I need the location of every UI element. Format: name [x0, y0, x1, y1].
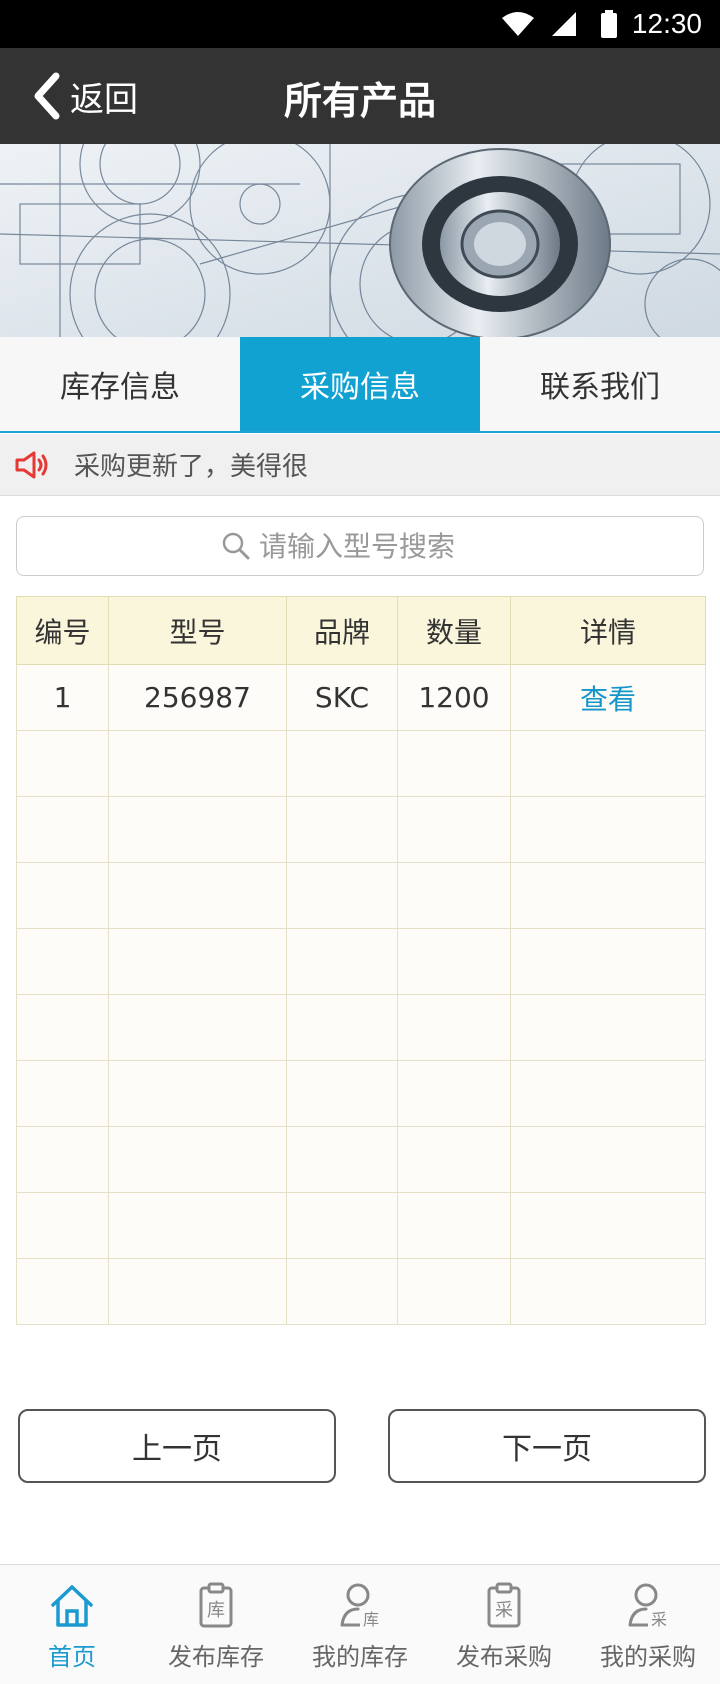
back-button[interactable]: 返回: [28, 68, 138, 124]
cellular-signal-icon: [552, 12, 576, 36]
title-bar: 所有产品 返回: [0, 48, 720, 144]
column-header-brand: 品牌: [286, 596, 398, 665]
table-header-row: 编号 型号 品牌 数量 详情: [16, 596, 706, 665]
nav-home-label: 首页: [48, 1643, 96, 1671]
nav-publish-purchase[interactable]: 采 发布采购: [432, 1565, 576, 1684]
next-page-button[interactable]: 下一页: [388, 1409, 706, 1483]
table-row-empty: [16, 994, 706, 1061]
table-row-empty: [16, 928, 706, 995]
nav-publish-purchase-label: 发布采购: [456, 1643, 552, 1671]
view-detail-link[interactable]: 查看: [510, 664, 706, 731]
column-header-quantity: 数量: [397, 596, 511, 665]
nav-my-inventory-label: 我的库存: [312, 1643, 408, 1671]
notice-text: 采购更新了，美得很: [74, 452, 309, 482]
table-row-empty: [16, 1192, 706, 1259]
column-header-model: 型号: [108, 596, 287, 665]
battery-icon: [601, 10, 617, 38]
column-header-detail: 详情: [510, 596, 706, 665]
table-row-empty: [16, 1126, 706, 1193]
cell-model: 256987: [108, 664, 287, 731]
search-icon: [222, 532, 250, 560]
home-icon: [51, 1585, 93, 1627]
svg-text:库: 库: [363, 1610, 379, 1629]
table-row-empty: [16, 730, 706, 797]
nav-publish-inventory[interactable]: 库 发布库存: [144, 1565, 288, 1684]
search-box[interactable]: [16, 516, 704, 576]
status-time: 12:30: [631, 8, 702, 39]
user-purchase-icon: 采: [628, 1583, 667, 1629]
nav-my-inventory[interactable]: 库 我的库存: [288, 1565, 432, 1684]
svg-text:采: 采: [495, 1600, 513, 1621]
tab-inventory-info[interactable]: 库存信息: [0, 337, 240, 431]
back-label: 返回: [70, 79, 138, 120]
cell-quantity: 1200: [397, 664, 511, 731]
prev-page-button[interactable]: 上一页: [18, 1409, 336, 1483]
nav-my-purchase-label: 我的采购: [600, 1643, 696, 1671]
bearing-image: [389, 148, 611, 337]
clipboard-inventory-icon: 库: [199, 1582, 233, 1628]
table-row-empty: [16, 1060, 706, 1127]
tab-purchase-info[interactable]: 采购信息: [240, 337, 480, 431]
banner-image: [0, 144, 720, 337]
product-table: 编号 型号 品牌 数量 详情 1 256987 SKC 1200 查看: [16, 596, 706, 1325]
svg-text:采: 采: [651, 1610, 667, 1629]
speaker-icon: [15, 451, 48, 478]
table-row-empty: [16, 1258, 706, 1325]
cell-number: 1: [16, 664, 109, 731]
nav-home[interactable]: 首页: [0, 1565, 144, 1684]
search-input[interactable]: [259, 529, 499, 563]
user-inventory-icon: 库: [340, 1583, 379, 1629]
nav-my-purchase[interactable]: 采 我的采购: [576, 1565, 720, 1684]
table-row-empty: [16, 796, 706, 863]
table-row-empty: [16, 862, 706, 929]
column-header-number: 编号: [16, 596, 109, 665]
status-bar: 12:30: [0, 0, 720, 48]
svg-text:库: 库: [207, 1600, 225, 1621]
tab-bar: 库存信息 采购信息 联系我们: [0, 337, 720, 433]
chevron-left-icon: [34, 72, 60, 120]
notice-bar: 采购更新了，美得很: [0, 434, 720, 496]
wifi-icon: [502, 12, 534, 36]
clipboard-purchase-icon: 采: [487, 1582, 521, 1628]
table-row: 1 256987 SKC 1200 查看: [16, 664, 706, 731]
tab-contact-us[interactable]: 联系我们: [480, 337, 720, 431]
bottom-nav: 首页 库 发布库存 库 我的库存 采 发布采购 采 我的采购: [0, 1564, 720, 1684]
nav-publish-inventory-label: 发布库存: [168, 1643, 264, 1671]
cell-brand: SKC: [286, 664, 398, 731]
